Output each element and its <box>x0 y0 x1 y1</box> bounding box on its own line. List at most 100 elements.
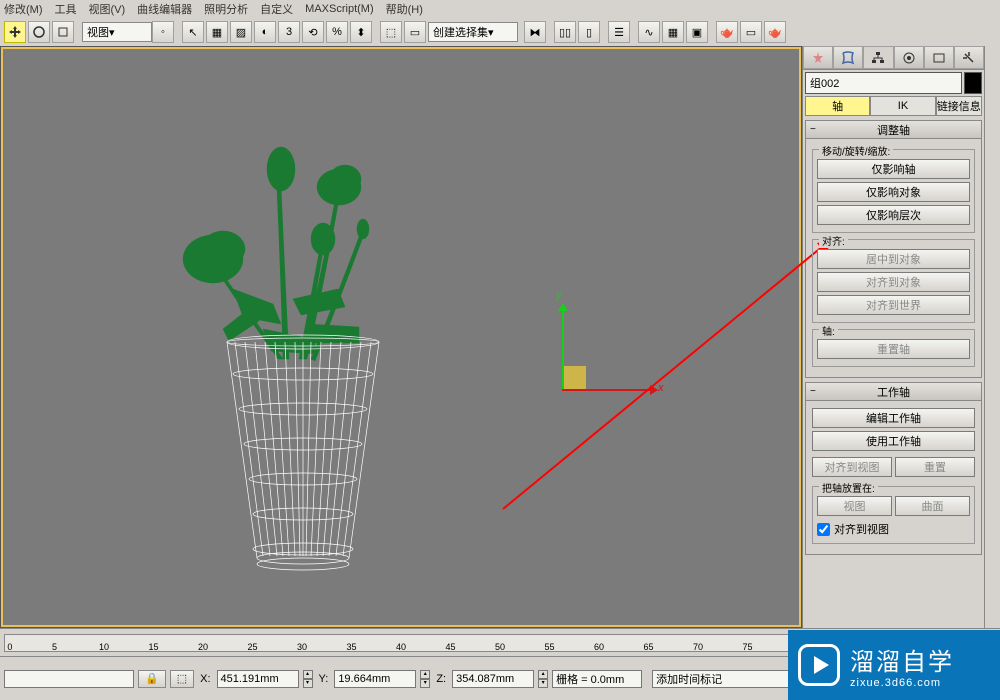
align-to-object-button[interactable]: 对齐到对象 <box>817 272 970 292</box>
x-spinner[interactable]: ▴▾ <box>303 670 313 688</box>
tool-button[interactable]: ▯ <box>578 21 600 43</box>
gizmo-x-axis[interactable] <box>562 389 652 391</box>
align-button[interactable]: ▯▯ <box>554 21 576 43</box>
named-selset-combo[interactable]: 创建选择集 ▾ <box>428 22 518 42</box>
hierarchy-tab[interactable] <box>863 46 893 69</box>
percent-snap-button[interactable]: % <box>326 21 348 43</box>
working-pivot-rollup: −工作轴 编辑工作轴 使用工作轴 对齐到视图 重置 把轴放置在: 视图 曲面 <box>805 382 982 555</box>
view-button[interactable]: 视图 <box>817 496 892 516</box>
lock-selection-button[interactable]: 🔒 <box>138 670 166 688</box>
layer-manager-button[interactable]: ☰ <box>608 21 630 43</box>
create-tab[interactable] <box>803 46 833 69</box>
select-button[interactable]: ↖ <box>182 21 204 43</box>
reset-button[interactable]: 重置 <box>895 457 975 477</box>
named-sel-button[interactable]: ▭ <box>404 21 426 43</box>
menu-item[interactable]: 工具 <box>55 1 77 17</box>
menu-item[interactable]: 修改(M) <box>4 1 43 17</box>
motion-tab[interactable] <box>894 46 924 69</box>
schematic-view-button[interactable]: ▦ <box>662 21 684 43</box>
menu-item[interactable]: 视图(V) <box>89 1 126 17</box>
use-working-pivot-button[interactable]: 使用工作轴 <box>812 431 975 451</box>
curve-editor-button[interactable]: ∿ <box>638 21 660 43</box>
watermark-logo-icon <box>798 644 840 686</box>
tick-label: 65 <box>643 642 653 652</box>
object-name-row <box>805 72 982 94</box>
align-to-view-checkbox-row: 对齐到视图 <box>817 521 970 537</box>
material-editor-button[interactable]: ▣ <box>686 21 708 43</box>
surface-button[interactable]: 曲面 <box>895 496 970 516</box>
tick-label: 30 <box>297 642 307 652</box>
menubar[interactable]: 修改(M) 工具 视图(V) 曲线编辑器 照明分析 自定义 MAXScript(… <box>0 0 1000 18</box>
reset-pivot-button[interactable]: 重置轴 <box>817 339 970 359</box>
y-coord-input[interactable]: 19.664mm <box>334 670 416 688</box>
tool-button[interactable]: ▨ <box>230 21 252 43</box>
menu-item[interactable]: 帮助(H) <box>386 1 423 17</box>
place-pivot-group: 把轴放置在: 视图 曲面 对齐到视图 <box>812 486 975 544</box>
tick-label: 25 <box>247 642 257 652</box>
use-pivot-center-button[interactable]: ◦ <box>152 21 174 43</box>
display-tab[interactable] <box>924 46 954 69</box>
select-rotate-button[interactable] <box>28 21 50 43</box>
mirror-button[interactable]: ⧓ <box>524 21 546 43</box>
edit-working-pivot-button[interactable]: 编辑工作轴 <box>812 408 975 428</box>
render-setup-button[interactable]: 🫖 <box>716 21 738 43</box>
tool-button[interactable]: ◐ <box>254 21 276 43</box>
spinner-snap-button[interactable]: ⬍ <box>350 21 372 43</box>
rollup-header[interactable]: −工作轴 <box>806 383 981 401</box>
tick-label: 5 <box>52 642 57 652</box>
tick-label: 20 <box>198 642 208 652</box>
tick-label: 75 <box>742 642 752 652</box>
tick-label: 60 <box>594 642 604 652</box>
viewport-container: y x <box>0 46 802 628</box>
menu-item[interactable]: MAXScript(M) <box>305 3 373 15</box>
ref-coord-combo[interactable]: 视图 ▾ <box>82 22 152 42</box>
main-toolbar: 视图 ▾ ◦ ↖ ▦ ▨ ◐ 3 ⟲ % ⬍ ⬚ ▭ 创建选择集 ▾ ⧓ ▯▯ … <box>0 18 1000 46</box>
pivot-subtab[interactable]: 轴 <box>805 96 870 116</box>
move-rotate-scale-group: 移动/旋转/缩放: 仅影响轴 仅影响对象 仅影响层次 <box>812 149 975 233</box>
affect-hierarchy-only-button[interactable]: 仅影响层次 <box>817 205 970 225</box>
add-time-tag-field[interactable]: 添加时间标记 <box>652 670 802 688</box>
utilities-tab[interactable] <box>954 46 984 69</box>
tick-label: 45 <box>445 642 455 652</box>
z-coord-input[interactable]: 354.087mm <box>452 670 534 688</box>
transform-type-in-button[interactable]: ⬚ <box>170 670 194 688</box>
select-move-button[interactable] <box>4 21 26 43</box>
watermark-url: zixue.3d66.com <box>850 677 954 689</box>
y-label: Y: <box>319 673 329 685</box>
angle-snap-button[interactable]: ⟲ <box>302 21 324 43</box>
tool-button[interactable]: ⬚ <box>380 21 402 43</box>
gizmo-xy-plane[interactable] <box>562 366 586 390</box>
z-spinner[interactable]: ▴▾ <box>538 670 548 688</box>
y-spinner[interactable]: ▴▾ <box>420 670 430 688</box>
object-name-input[interactable] <box>805 72 962 94</box>
object-color-swatch[interactable] <box>964 72 982 94</box>
align-to-view-checkbox[interactable] <box>817 523 830 536</box>
viewport[interactable]: y x <box>1 47 801 627</box>
modify-tab[interactable] <box>833 46 863 69</box>
affect-object-only-button[interactable]: 仅影响对象 <box>817 182 970 202</box>
select-scale-button[interactable] <box>52 21 74 43</box>
align-to-world-button[interactable]: 对齐到世界 <box>817 295 970 315</box>
render-button[interactable]: 🫖 <box>764 21 786 43</box>
group-title: 轴: <box>819 323 838 338</box>
rollup-header[interactable]: −调整轴 <box>806 121 981 139</box>
tick-label: 70 <box>693 642 703 652</box>
tick-label: 40 <box>396 642 406 652</box>
menu-item[interactable]: 自定义 <box>260 1 293 17</box>
gizmo-y-axis[interactable] <box>562 309 564 389</box>
x-coord-input[interactable]: 451.191mm <box>217 670 299 688</box>
menu-item[interactable]: 照明分析 <box>204 1 248 17</box>
menu-item[interactable]: 曲线编辑器 <box>137 1 192 17</box>
adjust-pivot-rollup: −调整轴 移动/旋转/缩放: 仅影响轴 仅影响对象 仅影响层次 对齐: 居中到对… <box>805 120 982 378</box>
prompt-field <box>4 670 134 688</box>
snap-toggle-button[interactable]: 3 <box>278 21 300 43</box>
rendered-frame-button[interactable]: ▭ <box>740 21 762 43</box>
panel-resize-strip[interactable] <box>984 46 1000 628</box>
tool-button[interactable]: ▦ <box>206 21 228 43</box>
ik-subtab[interactable]: IK <box>870 96 935 116</box>
align-to-view-button[interactable]: 对齐到视图 <box>812 457 892 477</box>
linkinfo-subtab[interactable]: 链接信息 <box>936 96 982 116</box>
center-to-object-button[interactable]: 居中到对象 <box>817 249 970 269</box>
affect-pivot-only-button[interactable]: 仅影响轴 <box>817 159 970 179</box>
transform-gizmo[interactable]: y x <box>558 309 668 429</box>
